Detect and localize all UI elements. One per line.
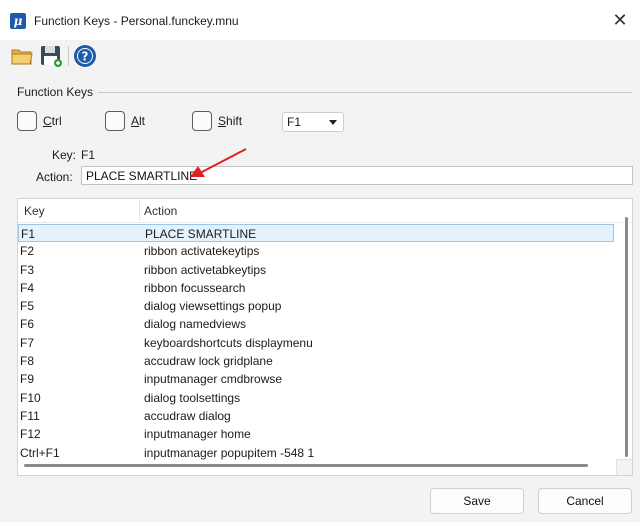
annotation-arrow-icon xyxy=(190,148,247,177)
table-rows: F1 PLACE SMARTLINE F2 ribbon activatekeytip… xyxy=(18,224,614,462)
cell-action: ribbon focussearch xyxy=(144,280,246,295)
table-row[interactable]: F10 dialog toolsettings xyxy=(18,389,614,407)
cell-key: F7 xyxy=(20,335,35,350)
table-row[interactable]: F5 dialog viewsettings popup xyxy=(18,297,614,315)
alt-checkbox-box[interactable] xyxy=(105,111,125,131)
cell-action: accudraw dialog xyxy=(144,408,231,423)
function-key-dropdown-value: F1 xyxy=(287,115,302,129)
table-row[interactable]: F4 ribbon focussearch xyxy=(18,279,614,297)
ctrl-checkbox-box[interactable] xyxy=(17,111,37,131)
table-row[interactable]: Ctrl+F1 inputmanager popupitem -548 1 xyxy=(18,444,614,462)
cell-action: keyboardshortcuts displaymenu xyxy=(144,335,313,350)
cell-key: F11 xyxy=(20,408,40,423)
function-keys-table: Key Action F1 PLACE SMARTLINE F2 ribbon act… xyxy=(17,198,633,476)
column-separator[interactable] xyxy=(139,201,140,221)
table-row[interactable]: F7 keyboardshortcuts displaymenu xyxy=(18,334,614,352)
shift-checkbox-box[interactable] xyxy=(192,111,212,131)
cell-action: inputmanager popupitem -548 1 xyxy=(144,445,315,460)
save-button[interactable]: Save xyxy=(430,488,524,514)
cell-key: F12 xyxy=(20,427,41,442)
cell-key: F5 xyxy=(20,299,35,314)
key-label: Key: xyxy=(52,148,77,162)
cell-key: F8 xyxy=(20,354,35,369)
vertical-scrollbar[interactable] xyxy=(625,217,628,457)
alt-checkbox-label: Alt xyxy=(131,114,146,128)
scroll-corner xyxy=(616,459,632,475)
table-row[interactable]: F3 ribbon activetabkeytips xyxy=(18,261,614,279)
table-header: Key Action xyxy=(18,199,632,223)
cell-action: inputmanager home xyxy=(144,427,251,442)
svg-text:?: ? xyxy=(82,50,89,64)
table-row[interactable]: F1 PLACE SMARTLINE xyxy=(18,224,614,243)
cell-key: F10 xyxy=(20,390,41,405)
app-logo-icon: μ xyxy=(10,13,26,29)
column-header-action[interactable]: Action xyxy=(144,204,177,218)
cell-action: dialog namedviews xyxy=(144,317,247,332)
window-title: Function Keys - Personal.funckey.mnu xyxy=(34,14,239,28)
cell-action: PLACE SMARTLINE xyxy=(145,227,257,241)
table-row[interactable]: F6 dialog namedviews xyxy=(18,315,614,333)
action-input[interactable] xyxy=(81,166,633,185)
toolbar-separator xyxy=(68,46,69,66)
help-icon[interactable]: ? xyxy=(73,44,97,68)
cell-action: ribbon activatekeytips xyxy=(144,244,260,259)
toolbar: ? xyxy=(0,40,640,72)
cell-action: dialog toolsettings xyxy=(144,390,241,405)
table-row[interactable]: F8 accudraw lock gridplane xyxy=(18,352,614,370)
cell-key: F2 xyxy=(20,244,35,259)
cell-key: F6 xyxy=(20,317,35,332)
cancel-button[interactable]: Cancel xyxy=(538,488,632,514)
cell-action: accudraw lock gridplane xyxy=(144,354,273,369)
table-row[interactable]: F9 inputmanager cmdbrowse xyxy=(18,370,614,388)
function-keys-group-label: Function Keys xyxy=(17,85,94,99)
chevron-down-icon xyxy=(329,120,337,125)
action-label: Action: xyxy=(36,170,73,184)
column-header-key[interactable]: Key xyxy=(24,204,45,218)
cell-action: dialog viewsettings popup xyxy=(144,299,282,314)
group-divider xyxy=(98,92,632,93)
horizontal-scrollbar[interactable] xyxy=(24,464,588,467)
cell-key: F3 xyxy=(20,262,35,277)
folder-open-icon[interactable] xyxy=(10,44,34,68)
table-row[interactable]: F11 accudraw dialog xyxy=(18,407,614,425)
cell-key: F9 xyxy=(20,372,35,387)
close-button[interactable]: ✕ xyxy=(606,8,634,32)
alt-checkbox[interactable]: Alt xyxy=(105,111,145,131)
cell-key: F1 xyxy=(21,227,36,241)
cell-action: ribbon activetabkeytips xyxy=(144,262,267,277)
cell-action: inputmanager cmdbrowse xyxy=(144,372,283,387)
ctrl-checkbox[interactable]: Ctrl xyxy=(17,111,62,131)
ctrl-checkbox-label: Ctrl xyxy=(43,114,62,128)
key-value: F1 xyxy=(81,148,96,162)
shift-checkbox[interactable]: Shift xyxy=(192,111,242,131)
cell-key: Ctrl+F1 xyxy=(20,445,60,460)
title-bar: μ Function Keys - Personal.funckey.mnu ✕ xyxy=(0,0,640,40)
table-row[interactable]: F12 inputmanager home xyxy=(18,425,614,443)
cell-key: F4 xyxy=(20,280,35,295)
table-row[interactable]: F2 ribbon activatekeytips xyxy=(18,242,614,260)
save-icon[interactable] xyxy=(39,44,63,68)
shift-checkbox-label: Shift xyxy=(218,114,243,128)
function-key-dropdown[interactable]: F1 xyxy=(282,112,344,132)
